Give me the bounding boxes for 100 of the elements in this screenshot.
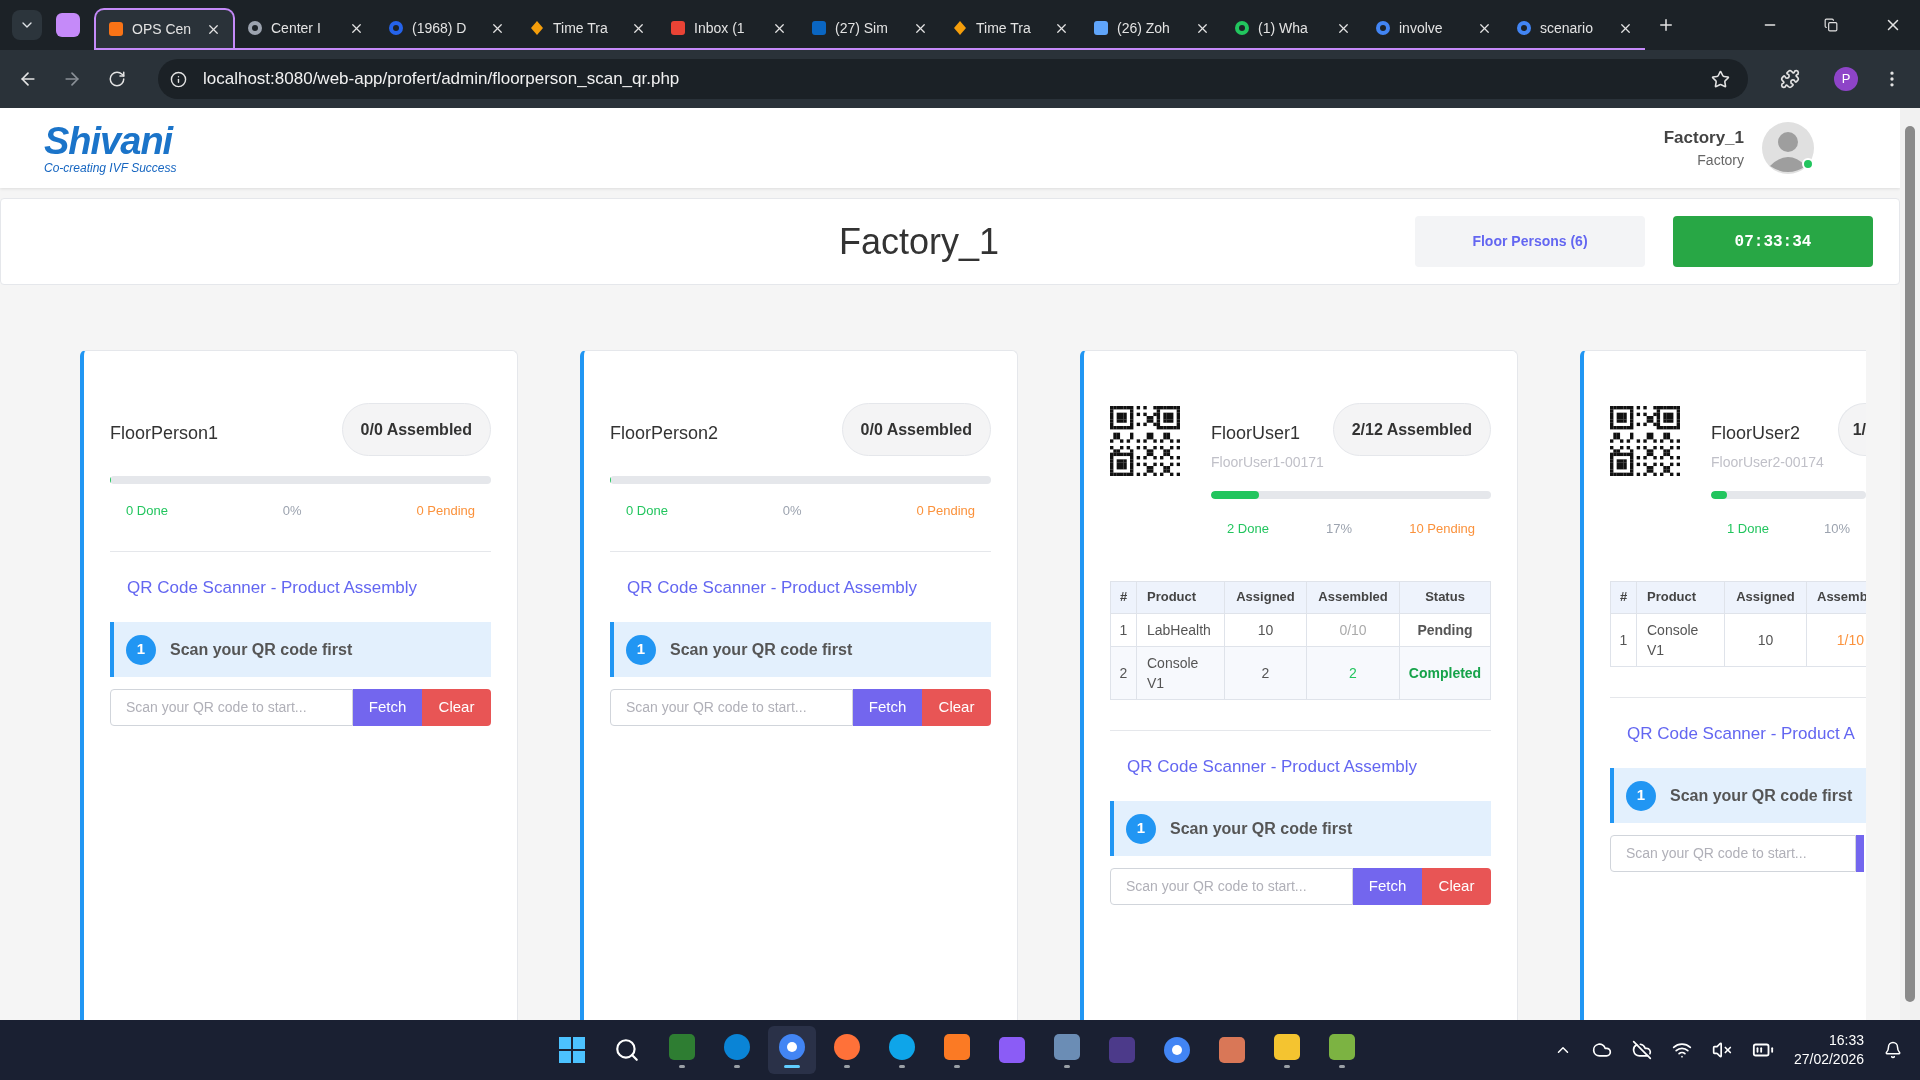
column-header: # [1110,581,1137,613]
qr-input-field[interactable]: Scan your QR code to start... [110,689,353,726]
clear-button[interactable]: Clear [922,689,991,726]
browser-tab[interactable]: (26) Zoh [1081,8,1222,48]
tab-title: OPS Cen [132,19,193,39]
fetch-button[interactable]: Fetch [353,689,422,726]
column-header: # [1610,581,1637,613]
table-cell: 2 [1224,646,1307,699]
table-cell: 10 [1224,613,1307,646]
running-indicator [679,1064,685,1068]
running-indicator [784,1064,800,1068]
logo-text: Shivani [44,122,175,160]
scanner-title: QR Code Scanner - Product A [1626,722,1856,745]
pending-count: 0 Pending [916,502,975,520]
bookmark-icon[interactable] [1711,69,1730,89]
running-indicator [899,1064,905,1068]
clear-button[interactable]: Clear [422,689,491,726]
app-icon[interactable] [833,1032,861,1061]
table-cell: Pending [1399,613,1491,646]
qr-input-field[interactable]: Scan your QR code to start... [610,689,853,726]
app-icon[interactable] [943,1032,971,1061]
browser-tab[interactable]: Time Tra [940,8,1081,48]
step-number: 1 [126,634,156,665]
fetch-button[interactable]: Fetch [1353,868,1422,905]
logo-tagline: Co-creating IVF Success [44,162,177,174]
step-number: 1 [1126,813,1156,844]
avatar-icon[interactable] [1762,122,1814,174]
cloud-icon[interactable] [1591,1040,1612,1060]
search-icon[interactable] [614,1037,640,1063]
column-header: Assigned [1224,581,1307,613]
step-text: Scan your QR code first [670,639,853,660]
browser-tab[interactable]: (27) Sim [799,8,940,48]
done-count: 0 Done [626,502,668,520]
fetch-button[interactable]: Fetch [853,689,922,726]
step-text: Scan your QR code first [1670,785,1853,806]
table-cell: Completed [1399,646,1491,699]
restore-icon[interactable] [1824,18,1838,32]
table-cell: 2 [1306,646,1400,699]
tab-group-icon[interactable] [56,13,80,37]
floor-persons-button[interactable]: Floor Persons (6) [1415,216,1645,267]
assembled-badge: 1/ [1837,403,1866,456]
app-icon[interactable] [778,1032,806,1061]
site-icon [388,20,404,36]
browser-tab[interactable]: involve [1363,8,1504,48]
tab-title: Time Tra [976,18,1032,38]
extensions-icon[interactable] [1780,69,1800,89]
table-cell: LabHealth [1136,613,1225,646]
table-cell: 0/10 [1306,613,1400,646]
app-icon[interactable] [1328,1032,1356,1061]
step-text: Scan your QR code first [170,639,353,660]
tab-title: (26) Zoh [1117,18,1171,38]
address-bar[interactable]: localhost:8080/web-app/profert/admin/floorperson_scan_qr.php [158,59,1748,99]
app-icon[interactable] [1273,1032,1301,1061]
tab-title: Center I [271,18,322,38]
column-header: Assembled [1306,581,1400,613]
running-indicator [1064,1064,1070,1068]
step-number: 1 [626,634,656,665]
cloud-off-icon[interactable] [1631,1040,1652,1060]
browser-tab[interactable]: (1968) D [376,8,517,48]
browser-tab[interactable]: Inbox (1 [658,8,799,48]
user-role: Factory [1697,151,1744,171]
column-header: Status [1399,581,1491,613]
tab-title: Inbox (1 [694,18,746,38]
percent-text: 0% [782,502,802,520]
site-icon [670,20,686,36]
browser-tab[interactable]: Center I [235,8,376,48]
done-count: 1 Done [1727,520,1769,538]
done-count: 0 Done [126,502,168,520]
assembled-badge: 0/0 Assembled [341,403,491,456]
mute-icon[interactable] [1711,1040,1732,1060]
percent-text: 10% [1823,520,1850,538]
qr-input-field[interactable]: Scan your QR code to start... [1610,835,1856,872]
table-cell: 10 [1724,613,1807,666]
clear-button[interactable]: Clear [1422,868,1491,905]
qr-input-field[interactable]: Scan your QR code to start... [1110,868,1353,905]
clock-date[interactable]: 27/02/2026 [1793,1050,1864,1069]
table-cell: 1 [1110,613,1137,646]
scanner-title: QR Code Scanner - Product Assembly [626,576,919,599]
browser-tab[interactable]: Time Tra [517,8,658,48]
notification-icon[interactable] [1884,1041,1902,1059]
app-icon[interactable] [888,1032,916,1061]
tab-title: (27) Sim [835,18,889,38]
percent-text: 17% [1326,520,1353,538]
site-icon [811,20,827,36]
browser-tab[interactable]: OPS Cen [94,8,235,48]
reload-icon[interactable] [108,70,126,88]
browser-tab[interactable]: scenario [1504,8,1645,48]
site-icon [1375,20,1391,36]
site-info-icon[interactable] [170,70,187,88]
scrollbar[interactable] [1900,108,1920,1020]
profile-avatar[interactable]: P [1834,67,1858,91]
assembled-badge: 0/0 Assembled [841,403,991,456]
tab-search-button[interactable] [12,10,42,40]
wifi-icon[interactable] [1671,1040,1692,1060]
app-icon[interactable] [1163,1036,1191,1064]
column-header: Product [1136,581,1225,613]
browser-tab[interactable]: (1) Wha [1222,8,1363,48]
new-tab-icon[interactable] [1657,16,1675,34]
person-name: FloorPerson1 [110,422,219,445]
clock-time[interactable]: 16:33 [1828,1031,1864,1050]
